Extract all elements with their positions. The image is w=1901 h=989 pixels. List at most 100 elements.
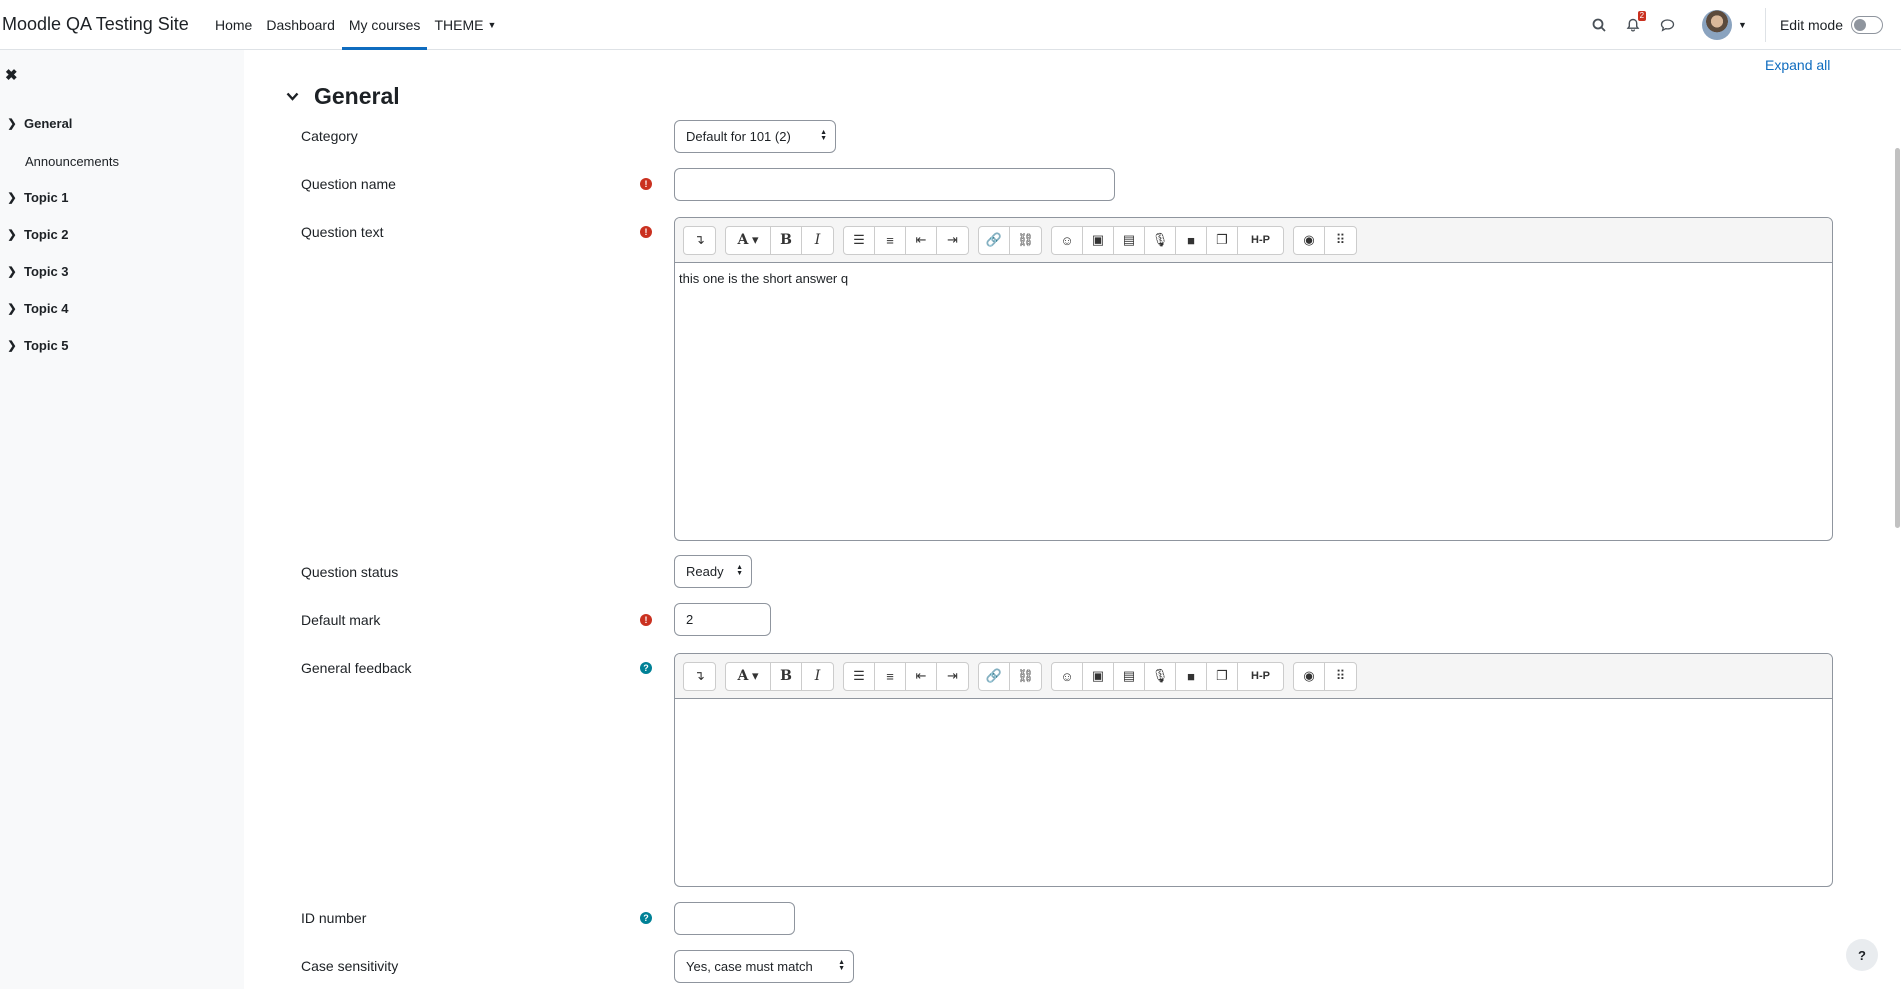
chevron-down-icon[interactable]: ❯ xyxy=(0,117,24,130)
site-name[interactable]: Moodle QA Testing Site xyxy=(2,14,208,35)
chevron-down-icon[interactable]: ❯ xyxy=(0,191,24,204)
general-feedback-label: General feedback xyxy=(301,660,412,676)
media-file-icon[interactable]: ▤ xyxy=(1114,662,1145,690)
outdent-icon[interactable]: ⇤ xyxy=(906,226,937,254)
unordered-list-icon[interactable]: ☰ xyxy=(844,226,875,254)
drawer-section-topic-1[interactable]: ❯ Topic 1 xyxy=(0,190,69,205)
drawer-item-label: General xyxy=(24,116,73,131)
id-number-input[interactable] xyxy=(674,902,795,935)
drawer-item-announcements[interactable]: Announcements xyxy=(25,154,119,169)
toolbar-group: 🔗 ⛓ xyxy=(978,225,1042,255)
drawer-section-general[interactable]: ❯ General xyxy=(0,116,72,131)
drawer-section-topic-3[interactable]: ❯ Topic 3 xyxy=(0,264,69,279)
question-text-editor: ↴ A ▾ B I ☰ ≡ ⇤ ⇥ 🔗 ⛓ ☺ ▣ ▤ 🎙 ■ ❐ H-P ◉ xyxy=(674,217,1833,541)
manage-files-icon[interactable]: ❐ xyxy=(1207,662,1238,690)
show-more-buttons-icon[interactable]: ⠿ xyxy=(1325,663,1356,690)
indent-icon[interactable]: ⇥ xyxy=(937,663,968,690)
user-avatar[interactable] xyxy=(1702,10,1733,40)
section-title: General xyxy=(314,83,400,109)
link-icon[interactable]: 🔗 xyxy=(979,226,1010,254)
category-select-value: Default for 101 (2) xyxy=(686,129,791,144)
indent-icon[interactable]: ⇥ xyxy=(937,227,968,254)
drawer-section-topic-2[interactable]: ❯ Topic 2 xyxy=(0,227,69,242)
toolbar-group: ◉ ⠿ xyxy=(1293,661,1357,691)
link-icon[interactable]: 🔗 xyxy=(979,662,1010,690)
nav-home[interactable]: Home xyxy=(208,0,259,50)
ordered-list-icon[interactable]: ≡ xyxy=(875,662,906,690)
editor-toolbar: ↴ A ▾ B I ☰ ≡ ⇤ ⇥ 🔗 ⛓ ☺ ▣ ▤ 🎙 ■ ❐ H-P ◉ xyxy=(675,654,1832,699)
default-mark-label: Default mark xyxy=(301,612,381,628)
paragraph-style-icon[interactable]: A ▾ xyxy=(726,662,771,690)
general-feedback-content[interactable] xyxy=(675,699,1832,715)
search-icon[interactable] xyxy=(1588,14,1610,36)
expand-all-link[interactable]: Expand all xyxy=(1765,57,1830,73)
drawer-item-label: Topic 5 xyxy=(24,338,69,353)
question-text-content[interactable]: this one is the short answer q xyxy=(675,263,1832,294)
italic-icon[interactable]: I xyxy=(802,227,833,254)
nav-my-courses[interactable]: My courses xyxy=(341,0,428,50)
drawer-section-topic-5[interactable]: ❯ Topic 5 xyxy=(0,338,69,353)
question-status-select[interactable]: Ready ▲ ▼ xyxy=(674,555,752,588)
notification-count-badge: 2 xyxy=(1637,11,1647,21)
drawer-item-label: Topic 1 xyxy=(24,190,69,205)
drawer-item-label: Topic 3 xyxy=(24,264,69,279)
image-icon[interactable]: ▣ xyxy=(1083,226,1114,254)
unordered-list-icon[interactable]: ☰ xyxy=(844,662,875,690)
paragraph-style-icon[interactable]: A ▾ xyxy=(726,226,771,254)
section-collapse-chevron-icon[interactable] xyxy=(286,88,299,104)
category-select[interactable]: Default for 101 (2) ▲ ▼ xyxy=(674,120,836,153)
accessibility-checker-icon[interactable]: ◉ xyxy=(1294,226,1325,254)
chevron-down-icon[interactable]: ❯ xyxy=(0,302,24,315)
media-file-icon[interactable]: ▤ xyxy=(1114,226,1145,254)
help-icon[interactable]: ? xyxy=(640,912,652,924)
drawer-item-label: Topic 2 xyxy=(24,227,69,242)
record-audio-icon[interactable]: 🎙 xyxy=(1145,662,1176,690)
drawer-section-topic-4[interactable]: ❯ Topic 4 xyxy=(0,301,68,316)
user-menu-chevron-down-icon[interactable]: ▼ xyxy=(1738,20,1747,30)
nav-theme[interactable]: THEME ▼ xyxy=(427,0,503,50)
h5p-icon[interactable]: H-P xyxy=(1238,227,1283,254)
page-scrollbar[interactable] xyxy=(1895,148,1900,528)
edit-mode-toggle[interactable] xyxy=(1851,16,1883,34)
emoticon-icon[interactable]: ☺ xyxy=(1052,662,1083,690)
question-name-label: Question name xyxy=(301,176,396,192)
select-arrows-icon: ▲ ▼ xyxy=(736,564,743,577)
notifications-bell-icon[interactable]: 2 xyxy=(1622,11,1647,36)
toolbar-group: ☰ ≡ ⇤ ⇥ xyxy=(843,661,969,691)
default-mark-input[interactable]: 2 xyxy=(674,603,771,636)
nav-dashboard[interactable]: Dashboard xyxy=(259,0,342,50)
case-sensitivity-select[interactable]: Yes, case must match ▲ ▼ xyxy=(674,950,854,983)
h5p-icon[interactable]: H-P xyxy=(1238,663,1283,690)
record-video-icon[interactable]: ■ xyxy=(1176,662,1207,690)
manage-files-icon[interactable]: ❐ xyxy=(1207,226,1238,254)
italic-icon[interactable]: I xyxy=(802,663,833,690)
record-video-icon[interactable]: ■ xyxy=(1176,226,1207,254)
unlink-icon[interactable]: ⛓ xyxy=(1010,227,1041,254)
help-icon[interactable]: ? xyxy=(640,662,652,674)
emoticon-icon[interactable]: ☺ xyxy=(1052,226,1083,254)
chevron-down-icon: ▼ xyxy=(487,19,497,30)
unlink-icon[interactable]: ⛓ xyxy=(1010,663,1041,690)
help-question-icon[interactable]: ? xyxy=(1846,939,1878,971)
chevron-down-icon[interactable]: ❯ xyxy=(0,339,24,352)
record-audio-icon[interactable]: 🎙 xyxy=(1145,226,1176,254)
accessibility-checker-icon[interactable]: ◉ xyxy=(1294,662,1325,690)
ordered-list-icon[interactable]: ≡ xyxy=(875,226,906,254)
question-name-input[interactable] xyxy=(674,168,1115,201)
image-icon[interactable]: ▣ xyxy=(1083,662,1114,690)
chevron-down-icon[interactable]: ❯ xyxy=(0,265,24,278)
collapse-toolbar-icon[interactable]: ↴ xyxy=(684,227,715,254)
close-drawer-icon[interactable]: ✖ xyxy=(5,66,18,84)
bold-icon[interactable]: B xyxy=(771,662,802,690)
collapse-toolbar-icon[interactable]: ↴ xyxy=(684,663,715,690)
required-icon: ! xyxy=(640,178,652,190)
toolbar-group: A ▾ B I xyxy=(725,225,834,255)
chevron-down-icon[interactable]: ❯ xyxy=(0,228,24,241)
select-arrows-icon: ▲ ▼ xyxy=(820,129,827,142)
toolbar-group: ☺ ▣ ▤ 🎙 ■ ❐ H-P xyxy=(1051,661,1284,691)
outdent-icon[interactable]: ⇤ xyxy=(906,662,937,690)
bold-icon[interactable]: B xyxy=(771,226,802,254)
messages-icon[interactable] xyxy=(1656,14,1678,36)
toolbar-group: ◉ ⠿ xyxy=(1293,225,1357,255)
show-more-buttons-icon[interactable]: ⠿ xyxy=(1325,227,1356,254)
